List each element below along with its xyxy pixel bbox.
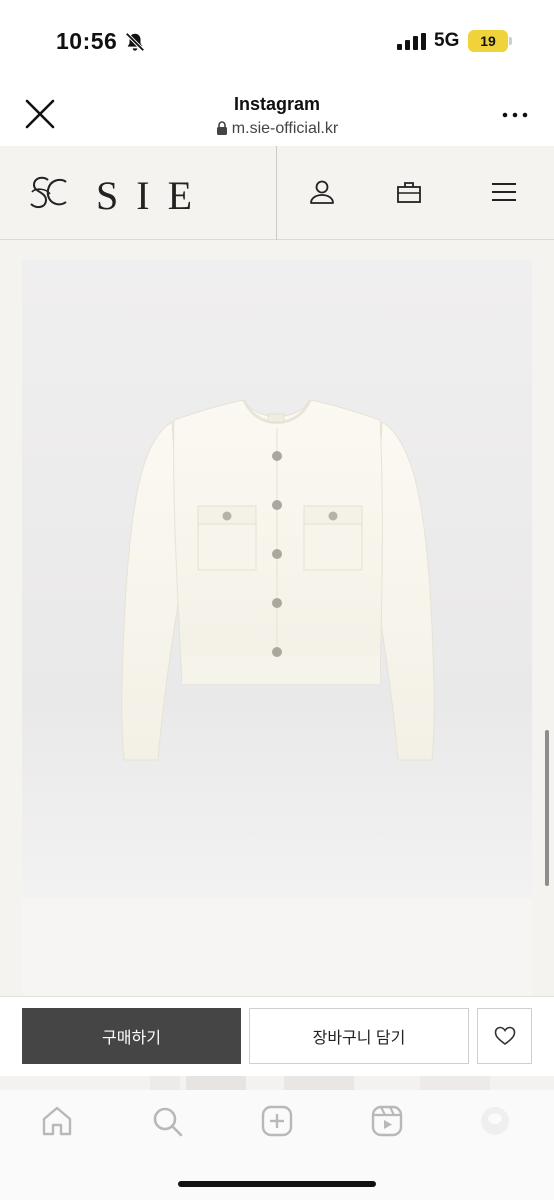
user-icon[interactable] (308, 178, 336, 206)
browser-url-text: m.sie-official.kr (231, 120, 339, 137)
signal-icon (397, 33, 426, 50)
battery-icon: 19 (468, 30, 512, 52)
browser-url: m.sie-official.kr (0, 120, 554, 138)
create-icon[interactable] (260, 1104, 294, 1138)
product-image[interactable] (22, 260, 532, 996)
search-icon[interactable] (150, 1104, 184, 1138)
logo-text[interactable]: SIE (96, 172, 210, 219)
reels-icon[interactable] (370, 1104, 404, 1138)
purchase-bar: 구매하기 장바구니 담기 (0, 996, 554, 1076)
menu-icon[interactable] (490, 180, 518, 204)
lock-icon (216, 121, 227, 135)
status-time: 10:56 (56, 28, 118, 54)
cardigan-illustration (121, 399, 435, 761)
profile-icon[interactable] (478, 1104, 512, 1138)
home-indicator[interactable] (178, 1181, 376, 1187)
status-bar: 10:56 5G 19 (0, 0, 554, 84)
wishlist-button[interactable] (477, 1008, 532, 1064)
more-icon[interactable] (500, 110, 530, 120)
product-content (0, 240, 554, 996)
browser-header: Instagram m.sie-official.kr (0, 84, 554, 146)
scrollbar[interactable] (545, 730, 549, 886)
logo-mark-icon[interactable] (26, 174, 68, 214)
home-icon[interactable] (40, 1104, 74, 1138)
network-label: 5G (434, 30, 460, 51)
add-to-cart-button[interactable]: 장바구니 담기 (249, 1008, 469, 1064)
browser-title: Instagram (233, 94, 321, 114)
buy-button[interactable]: 구매하기 (22, 1008, 241, 1064)
heart-icon (494, 1026, 515, 1045)
image-lower-area (22, 898, 532, 996)
cart-icon[interactable] (395, 178, 423, 206)
thumbnail-strip (0, 1076, 554, 1090)
battery-level: 19 (480, 33, 496, 49)
header-divider (276, 146, 277, 240)
bell-slash-icon (125, 32, 145, 52)
site-header: SIE (0, 146, 554, 240)
